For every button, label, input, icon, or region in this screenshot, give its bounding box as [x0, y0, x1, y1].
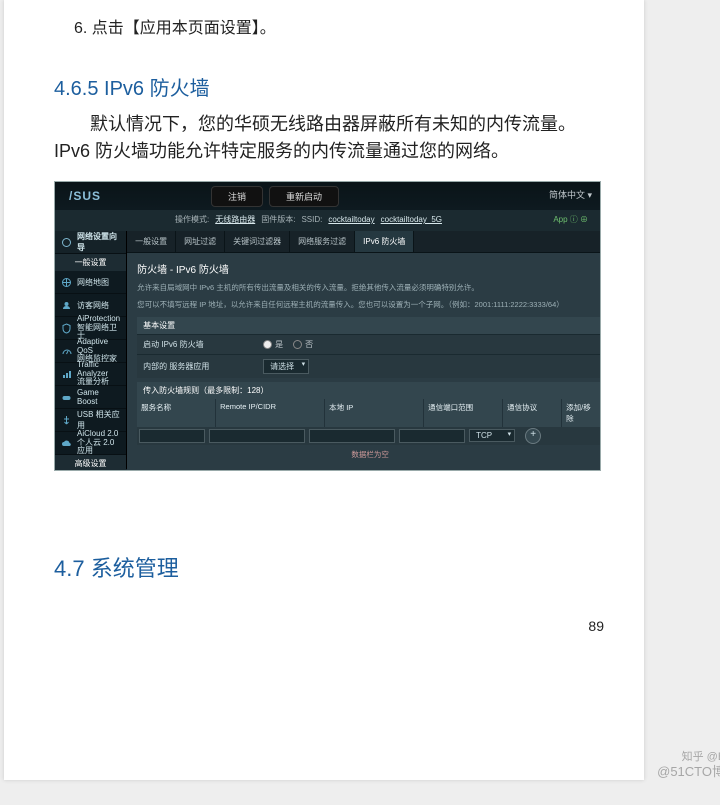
intro-paragraph: 默认情况下，您的华硕无线路由器屏蔽所有未知的内传流量。 IPv6 防火墙功能允许… — [54, 111, 614, 165]
sidebar-item-wizard[interactable]: 网络设置向导 — [55, 231, 126, 254]
sidebar-item-traffic-analyzer[interactable]: Traffic Analyzer 流量分析 — [55, 363, 126, 386]
heading-4-7: 4.7 系统管理 — [54, 551, 614, 583]
panel-help-1: 允许来自局域网中 IPv6 主机的所有传出流量及相关的传入流量。拒绝其他传入流量… — [137, 282, 601, 293]
router-sidebar: 网络设置向导 一般设置 网络地图 访客网络 AiProtection 智能网络卫… — [55, 231, 127, 469]
panel-help-2: 您可以不填写远程 IP 地址，以允许来自任何远程主机的流量传入。您也可以设置为一… — [137, 299, 601, 310]
rules-heading: 传入防火墙规则（最多限制：128） — [137, 382, 601, 399]
cloud-icon — [61, 438, 72, 449]
ssid-2[interactable]: cocktailtoday_5G — [381, 215, 442, 224]
radio-no[interactable]: 否 — [293, 339, 313, 350]
globe-icon — [61, 277, 72, 288]
apply-button[interactable]: 应用本页面设置 — [327, 470, 413, 472]
shield-icon — [61, 323, 72, 334]
mode-label: 操作模式: — [175, 214, 209, 225]
col-service-name: 服务名称 — [137, 399, 216, 427]
sidebar-sep-general: 一般设置 — [55, 254, 126, 271]
ssid-1[interactable]: cocktailtoday — [328, 215, 374, 224]
tab-keyword-filter[interactable]: 关键词过滤器 — [225, 231, 290, 252]
col-action: 添加/移除 — [562, 399, 601, 427]
select-protocol[interactable]: TCP — [469, 429, 515, 442]
chart-icon — [61, 369, 72, 380]
ssid-label: SSID: — [301, 215, 322, 224]
sidebar-item-aicloud[interactable]: AiCloud 2.0 个人云 2.0 应用 — [55, 432, 126, 455]
famous-server-label: 内部的 服务器应用 — [143, 361, 263, 372]
input-service-name[interactable] — [139, 429, 205, 443]
watermark-block: 知乎 @Billy @51CTO博客 — [657, 750, 720, 781]
col-remote-ip: Remote IP/CIDR — [216, 399, 325, 427]
step-6-text: 6. 点击【应用本页面设置】。 — [74, 14, 614, 38]
col-protocol: 通信协议 — [503, 399, 562, 427]
sidebar-item-label: AiCloud 2.0 个人云 2.0 应用 — [77, 430, 120, 456]
input-local-ip[interactable] — [309, 429, 395, 443]
rules-table-header: 服务名称 Remote IP/CIDR 本地 IP 通信端口范围 通信协议 添加… — [137, 399, 601, 427]
gauge-icon — [61, 346, 72, 357]
rules-input-row: TCP + — [137, 427, 601, 445]
basic-settings-heading: 基本设置 — [137, 317, 601, 334]
page-number: 89 — [588, 618, 604, 634]
sidebar-item-label: Traffic Analyzer 流量分析 — [77, 361, 120, 387]
heading-4-6-5: 4.6.5 IPv6 防火墙 — [54, 72, 614, 101]
router-main-panel: 一般设置 网址过滤 关键词过滤器 网络服务过滤 IPv6 防火墙 防火墙 - I… — [127, 231, 601, 469]
wizard-icon — [61, 237, 72, 248]
watermark-zhihu: 知乎 @Billy — [657, 750, 720, 764]
panel-title: 防火墙 - IPv6 防火墙 — [137, 261, 601, 276]
row-famous-server: 内部的 服务器应用 请选择 — [137, 354, 601, 378]
tab-bar: 一般设置 网址过滤 关键词过滤器 网络服务过滤 IPv6 防火墙 — [127, 231, 601, 253]
col-port-range: 通信端口范围 — [424, 399, 503, 427]
col-local-ip: 本地 IP — [325, 399, 424, 427]
sidebar-item-label: 访客网络 — [77, 300, 109, 311]
mode-value[interactable]: 无线路由器 — [215, 214, 255, 225]
radio-yes[interactable]: 是 — [263, 339, 283, 350]
sidebar-sep-advanced: 高级设置 — [55, 455, 126, 471]
logout-button[interactable]: 注销 — [211, 186, 263, 207]
asus-logo: /SUS — [61, 189, 109, 203]
tab-general[interactable]: 一般设置 — [127, 231, 176, 252]
sidebar-wizard-label: 网络设置向导 — [77, 231, 120, 253]
input-remote-ip[interactable] — [209, 429, 305, 443]
sidebar-item-label: 网络地图 — [77, 277, 109, 288]
tab-ns-filter[interactable]: 网络服务过滤 — [290, 231, 355, 252]
router-infobar: 操作模式: 无线路由器 固件版本: SSID: cocktailtoday co… — [55, 210, 600, 231]
empty-table-note: 数据栏为空 — [137, 445, 601, 464]
reboot-button[interactable]: 重新启动 — [269, 186, 339, 207]
tab-url-filter[interactable]: 网址过滤 — [176, 231, 225, 252]
sidebar-item-network-map[interactable]: 网络地图 — [55, 271, 126, 294]
usb-icon — [61, 415, 72, 426]
input-port-range[interactable] — [399, 429, 465, 443]
language-selector[interactable]: 简体中文 ▾ — [549, 188, 592, 201]
add-rule-button[interactable]: + — [525, 428, 541, 444]
router-admin-screenshot: /SUS 注销 重新启动 简体中文 ▾ 操作模式: 无线路由器 固件版本: SS… — [54, 181, 601, 471]
sidebar-item-game-boost[interactable]: Game Boost — [55, 386, 126, 409]
app-indicators[interactable]: App ⓘ ⊕ — [553, 214, 594, 225]
tab-ipv6-firewall[interactable]: IPv6 防火墙 — [355, 231, 414, 252]
enable-firewall-label: 启动 IPv6 防火墙 — [143, 339, 263, 350]
famous-server-select[interactable]: 请选择 — [263, 359, 309, 374]
router-topbar: /SUS 注销 重新启动 简体中文 ▾ — [55, 182, 600, 210]
people-icon — [61, 300, 72, 311]
watermark-51cto: @51CTO博客 — [657, 764, 720, 781]
firmware-label: 固件版本: — [261, 214, 295, 225]
sidebar-item-label: USB 相关应用 — [77, 409, 120, 431]
gamepad-icon — [61, 392, 72, 403]
row-enable-ipv6-firewall: 启动 IPv6 防火墙 是 否 — [137, 334, 601, 354]
sidebar-item-label: Game Boost — [77, 388, 120, 406]
